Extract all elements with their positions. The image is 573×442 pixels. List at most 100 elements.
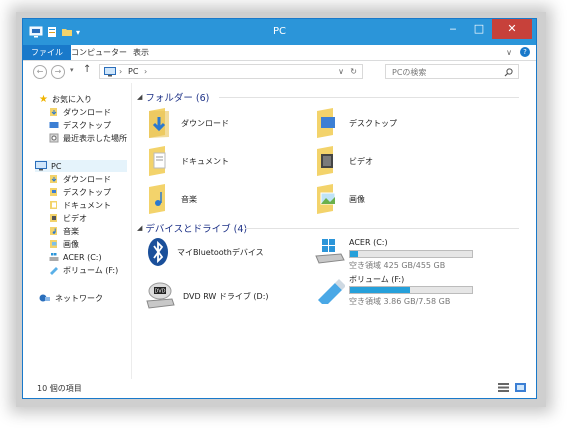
tab-view[interactable]: 表示 — [127, 45, 155, 60]
content-pane: ◢ フォルダー (6) ダウンロード デスクトップ ドキュメント ビデオ 音楽 … — [133, 83, 537, 379]
folder-pictures[interactable]: 画像 — [313, 183, 365, 215]
crumb-separator-icon: › — [119, 67, 123, 76]
navigation-pane: ★ お気に入り ダウンロード デスクトップ 最近表示した場所 PC ダウンロード… — [23, 83, 132, 379]
nav-fav-downloads-label: ダウンロード — [63, 107, 111, 117]
nav-pc-desktop-label: デスクトップ — [63, 187, 111, 197]
folder-documents[interactable]: ドキュメント — [145, 145, 229, 177]
desktop-folder-icon — [50, 188, 57, 196]
nav-pc-desktop[interactable]: デスクトップ — [49, 186, 111, 198]
drive-c-usage-bar — [349, 250, 473, 258]
nav-pc[interactable]: PC — [35, 160, 127, 172]
nav-pc-downloads[interactable]: ダウンロード — [49, 173, 111, 185]
music-folder-icon — [149, 184, 165, 214]
forward-button[interactable]: → — [51, 65, 65, 79]
crumb-pc[interactable]: PC — [128, 67, 138, 76]
tab-file[interactable]: ファイル — [23, 45, 71, 60]
windows-drive-icon — [315, 239, 345, 264]
minimize-button[interactable]: ‒ — [440, 19, 466, 39]
nav-network[interactable]: ネットワーク — [39, 292, 103, 304]
drive-c-label: ACER (C:) — [349, 238, 388, 247]
nav-pc-pictures[interactable]: 画像 — [49, 238, 79, 250]
usb-drive-icon — [318, 279, 345, 304]
recent-locations-icon[interactable]: ▾ — [70, 66, 74, 74]
recent-places-icon — [49, 133, 59, 143]
devices-divider — [245, 228, 519, 229]
address-dropdown-icon[interactable]: ∨ — [338, 67, 344, 76]
nav-pc-documents[interactable]: ドキュメント — [49, 199, 111, 211]
folder-music[interactable]: 音楽 — [145, 183, 197, 215]
drive-f-usage-fill — [350, 287, 410, 293]
nav-fav-desktop[interactable]: デスクトップ — [49, 119, 111, 131]
drive-f-usage-bar — [349, 286, 473, 294]
usb-drive-icon — [50, 267, 58, 275]
maximize-button[interactable]: □ — [466, 19, 492, 39]
item-count: 10 個の項目 — [37, 384, 82, 393]
devices-group-header[interactable]: ◢ デバイスとドライブ (4) — [137, 222, 247, 235]
device-dvd-label: DVD RW ドライブ (D:) — [183, 291, 269, 301]
folder-downloads[interactable]: ダウンロード — [145, 107, 229, 139]
folders-header-label: フォルダー (6) — [145, 93, 210, 104]
nav-fav-recent-label: 最近表示した場所 — [63, 133, 127, 143]
address-bar[interactable]: › PC › ∨ ↻ — [99, 64, 363, 79]
folders-group-header[interactable]: ◢ フォルダー (6) — [137, 91, 210, 104]
nav-pc-downloads-label: ダウンロード — [63, 174, 111, 184]
large-icons-view-icon[interactable] — [515, 383, 526, 392]
back-button[interactable]: ← — [33, 65, 47, 79]
nav-fav-downloads[interactable]: ダウンロード — [49, 106, 111, 118]
drive-c[interactable]: ACER (C:) 空き領域 425 GB/455 GB — [313, 238, 493, 272]
nav-favorites[interactable]: ★ お気に入り — [39, 93, 92, 105]
close-button[interactable]: ✕ — [492, 19, 532, 39]
documents-folder-icon — [50, 201, 57, 209]
device-dvd[interactable]: DVD DVD RW ドライブ (D:) — [145, 281, 269, 311]
nav-fav-desktop-label: デスクトップ — [63, 120, 111, 130]
pc-crumb-icon — [104, 67, 116, 77]
folder-videos[interactable]: ビデオ — [313, 145, 373, 177]
device-bluetooth-label: マイBluetoothデバイス — [177, 247, 264, 257]
pictures-folder-icon — [317, 184, 336, 214]
pc-icon — [35, 161, 47, 171]
folder-downloads-label: ダウンロード — [181, 118, 229, 128]
nav-pc-documents-label: ドキュメント — [63, 200, 111, 210]
title-bar[interactable]: ▾ PC ‒ □ ✕ — [23, 19, 536, 45]
downloads-folder-icon — [50, 108, 57, 116]
collapse-arrow-icon[interactable]: ◢ — [137, 93, 142, 101]
crumb-chevron-icon[interactable]: › — [144, 67, 147, 76]
nav-pc-drive-f[interactable]: ボリューム (F:) — [49, 264, 118, 276]
status-bar: 10 個の項目 — [23, 378, 536, 398]
network-icon — [39, 294, 50, 302]
nav-pc-music[interactable]: 音楽 — [49, 225, 79, 237]
tab-computer[interactable]: コンピューター — [65, 45, 133, 60]
music-folder-icon — [50, 227, 57, 235]
folder-pictures-label: 画像 — [349, 194, 365, 204]
nav-pc-drive-c[interactable]: ACER (C:) — [49, 251, 102, 263]
device-bluetooth[interactable]: マイBluetoothデバイス — [147, 237, 264, 267]
videos-folder-icon — [317, 146, 333, 176]
documents-folder-icon — [149, 146, 166, 176]
nav-pc-pictures-label: 画像 — [63, 239, 79, 249]
expand-ribbon-icon[interactable]: ∨ — [506, 48, 512, 57]
pictures-folder-icon — [50, 240, 57, 248]
drive-c-space: 空き領域 425 GB/455 GB — [349, 261, 446, 270]
details-view-icon[interactable] — [498, 383, 509, 392]
drive-f-space: 空き領域 3.86 GB/7.58 GB — [349, 297, 451, 306]
refresh-icon[interactable]: ↻ — [350, 67, 357, 76]
window-controls: ‒ □ ✕ — [440, 19, 532, 39]
desktop-icon — [49, 122, 59, 128]
folder-desktop[interactable]: デスクトップ — [313, 107, 397, 139]
bluetooth-icon — [148, 238, 168, 266]
drive-f-label: ボリューム (F:) — [349, 275, 405, 284]
help-icon[interactable]: ? — [520, 47, 530, 57]
downloads-folder-icon — [50, 175, 57, 183]
folder-desktop-label: デスクトップ — [349, 118, 397, 128]
explorer-window: ▾ PC ‒ □ ✕ ファイル コンピューター 表示 ∨ ? ← → ▾ ↑ ›… — [22, 18, 537, 399]
collapse-arrow-icon[interactable]: ◢ — [137, 224, 142, 232]
windows-drive-icon — [49, 253, 59, 261]
up-button[interactable]: ↑ — [83, 64, 91, 75]
search-icon[interactable] — [504, 68, 513, 77]
nav-fav-recent[interactable]: 最近表示した場所 — [49, 132, 127, 144]
drive-f[interactable]: ボリューム (F:) 空き領域 3.86 GB/7.58 GB — [313, 274, 493, 308]
dvd-drive-icon: DVD — [146, 282, 175, 309]
downloads-folder-icon — [149, 108, 169, 138]
search-box[interactable]: PCの検索 — [385, 64, 519, 79]
nav-pc-videos[interactable]: ビデオ — [49, 212, 87, 224]
